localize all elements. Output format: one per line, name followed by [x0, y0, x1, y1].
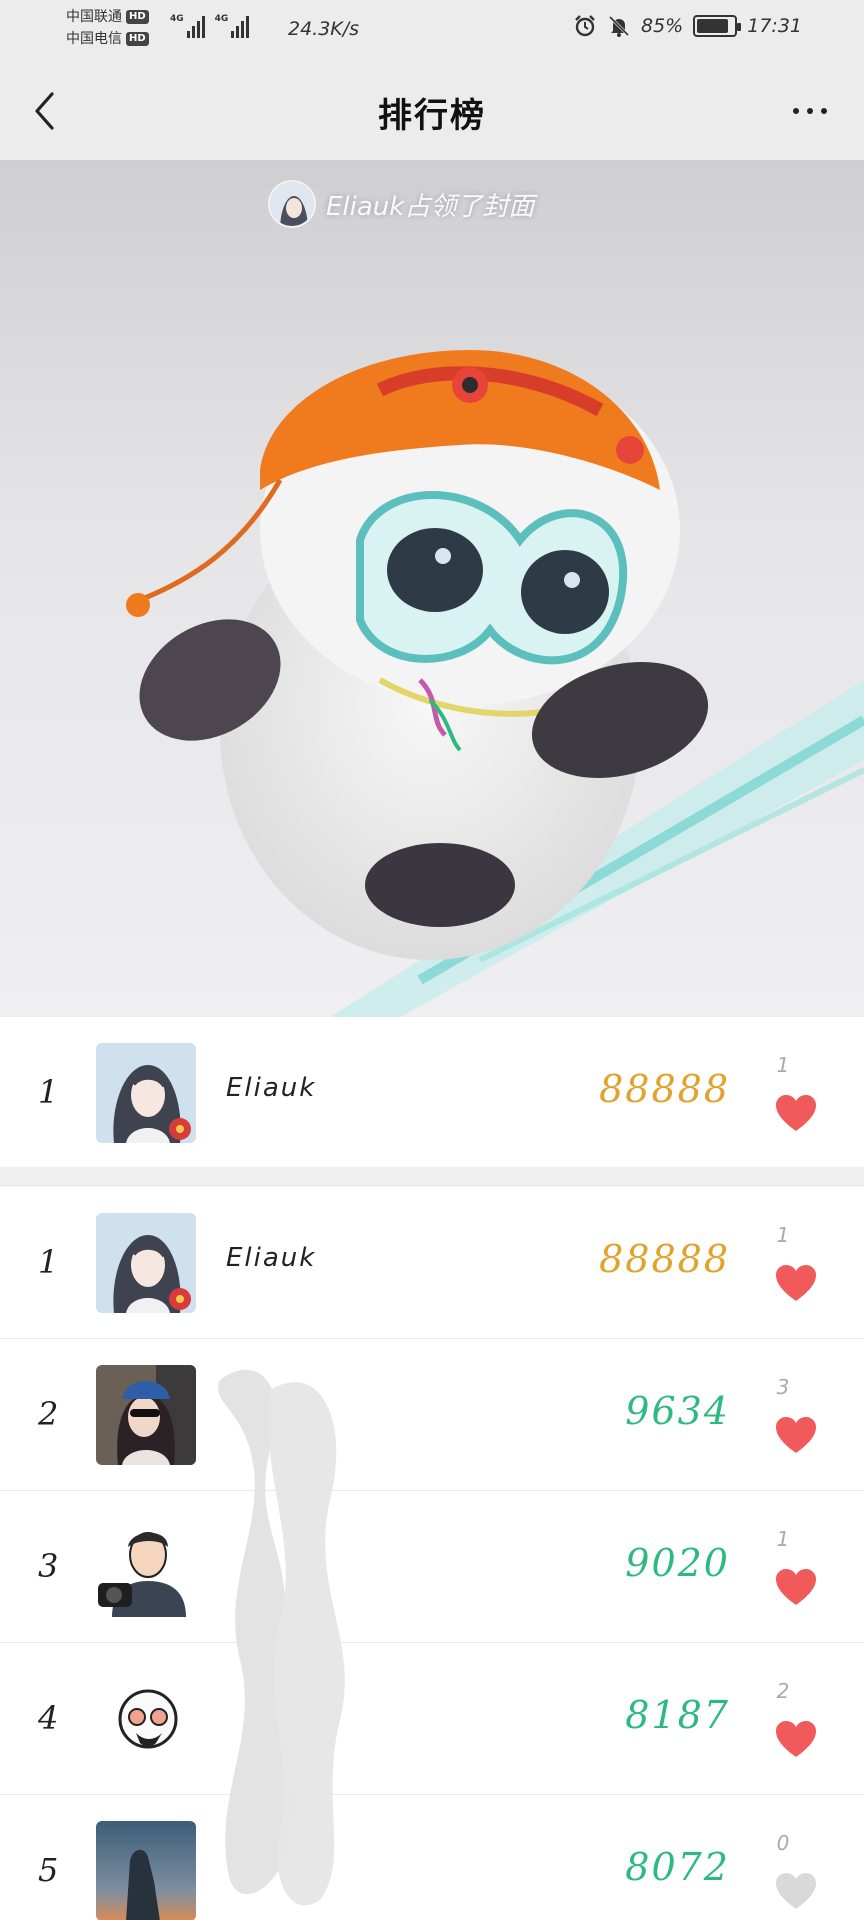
score: 9634 — [625, 1389, 730, 1433]
clock: 17:31 — [747, 15, 802, 37]
my-rank-row[interactable]: 1 Eliauk 88888 1 — [0, 1017, 864, 1167]
score: 8072 — [625, 1845, 730, 1889]
rank-row[interactable]: 3 9020 1 — [0, 1491, 864, 1643]
heart-icon[interactable] — [774, 1567, 818, 1607]
battery-fill — [697, 19, 728, 33]
avatar[interactable] — [96, 1213, 196, 1313]
avatar[interactable] — [96, 1669, 196, 1769]
cover-image — [126, 350, 864, 1017]
like-count: 0 — [776, 1831, 790, 1855]
signal-indicators: 4G 4G — [170, 14, 250, 38]
rank-number: 2 — [38, 1395, 59, 1433]
status-bar: 中国联通 HD 中国电信 HD 4G 4G 24.3K/s 85% 17:31 — [0, 0, 864, 60]
score: 88888 — [599, 1237, 730, 1281]
rank-row[interactable]: 2 9634 3 — [0, 1339, 864, 1491]
user-name: Eliauk — [226, 1073, 317, 1103]
signal-2-icon: 4G — [215, 14, 250, 38]
score: 8187 — [625, 1693, 730, 1737]
network-speed: 24.3K/s — [288, 18, 360, 40]
like-count: 1 — [776, 1053, 790, 1077]
like-count: 1 — [776, 1527, 790, 1551]
section-divider — [0, 1167, 864, 1187]
rank-row[interactable]: 1 Eliauk 88888 1 — [0, 1187, 864, 1339]
avatar[interactable] — [96, 1043, 196, 1143]
like-count: 3 — [776, 1375, 790, 1399]
heart-icon[interactable] — [774, 1415, 818, 1455]
cover-caption: Eliauk占领了封面 — [268, 180, 534, 228]
avatar[interactable] — [96, 1821, 196, 1920]
user-name: Eliauk — [226, 1243, 317, 1273]
cover-banner[interactable]: Eliauk占领了封面 — [0, 160, 864, 1017]
signal-1-icon: 4G — [170, 14, 205, 38]
rank-number: 4 — [38, 1699, 59, 1737]
cover-caption-text: Eliauk占领了封面 — [326, 191, 535, 222]
cover-owner-avatar — [268, 180, 316, 228]
rank-row[interactable]: 5 8072 0 — [0, 1795, 864, 1920]
avatar[interactable] — [96, 1365, 196, 1465]
heart-icon[interactable] — [774, 1871, 818, 1911]
more-button[interactable] — [782, 96, 838, 126]
nav-bar: 排行榜 — [0, 60, 864, 160]
more-dots-icon — [793, 108, 799, 114]
rank-number: 1 — [38, 1243, 59, 1281]
network-2-label: 4G — [214, 14, 229, 24]
carrier-2-label: 中国电信 — [66, 31, 122, 47]
battery-percent: 85% — [641, 15, 684, 37]
hd-badge: HD — [126, 10, 149, 24]
like-count: 2 — [776, 1679, 790, 1703]
alarm-icon — [575, 15, 595, 37]
mute-bell-icon — [608, 15, 630, 37]
rank-list: 1 Eliauk 88888 1 1 Eliauk 88888 1 2 9634… — [0, 1017, 864, 1920]
heart-icon[interactable] — [774, 1093, 818, 1133]
score: 88888 — [599, 1067, 730, 1111]
ranking-page: 中国联通 HD 中国电信 HD 4G 4G 24.3K/s 85% 17:31 … — [0, 0, 864, 1920]
score: 9020 — [625, 1541, 730, 1585]
heart-icon[interactable] — [774, 1263, 818, 1303]
carrier-1-label: 中国联通 — [66, 9, 122, 25]
rank-number: 3 — [38, 1547, 59, 1585]
rank-number: 1 — [38, 1073, 59, 1111]
network-1-label: 4G — [170, 14, 184, 24]
page-title: 排行榜 — [378, 96, 486, 136]
like-count: 1 — [776, 1223, 790, 1247]
avatar[interactable] — [96, 1517, 196, 1617]
carrier-info: 中国联通 HD 中国电信 HD — [66, 6, 149, 50]
battery-icon — [693, 15, 742, 37]
rank-row[interactable]: 4 8187 2 — [0, 1643, 864, 1795]
heart-icon[interactable] — [774, 1719, 818, 1759]
hd-badge: HD — [126, 32, 149, 46]
status-right: 85% 17:31 — [573, 14, 802, 38]
rank-number: 5 — [38, 1851, 59, 1889]
